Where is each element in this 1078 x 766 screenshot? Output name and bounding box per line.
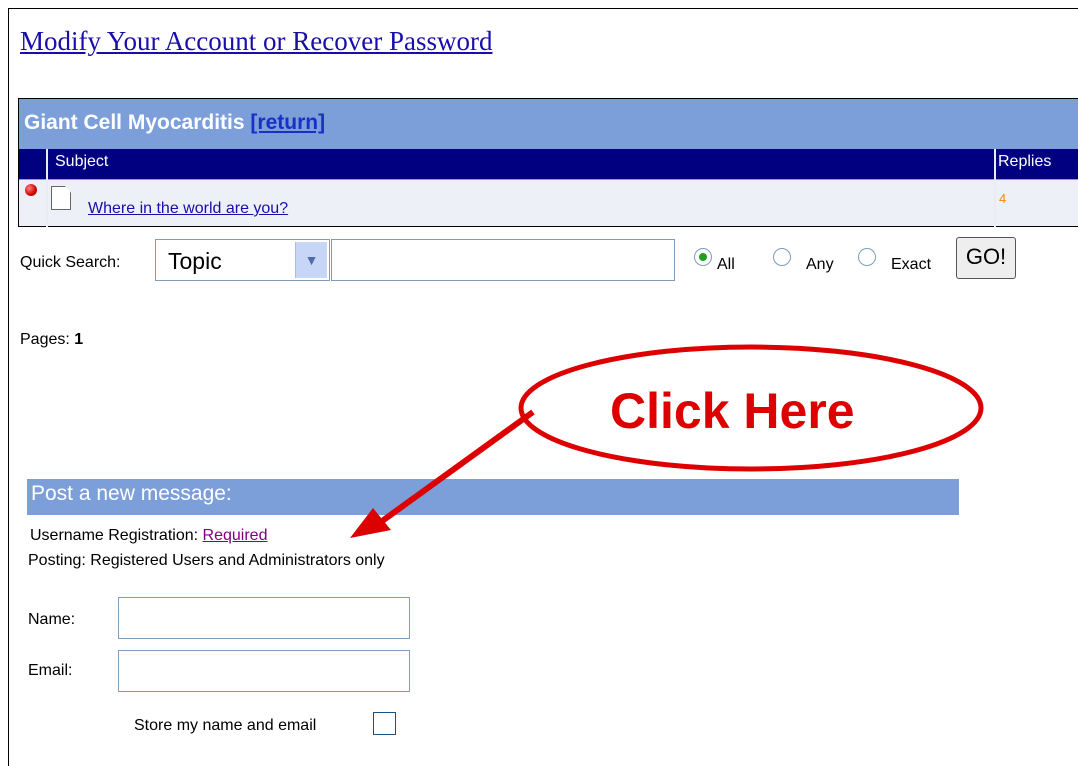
required-link[interactable]: Required — [203, 527, 268, 544]
replies-header: Replies — [998, 153, 1052, 170]
go-button[interactable]: GO! — [956, 237, 1016, 279]
chevron-down-icon[interactable]: ▼ — [295, 242, 327, 278]
table-row: Where in the world are you? 4 — [19, 180, 1078, 226]
posting-info: Posting: Registered Users and Administra… — [28, 552, 385, 569]
column-divider — [46, 149, 48, 227]
pages-label: Pages: — [20, 331, 70, 348]
radio-all-label: All — [717, 256, 735, 273]
document-icon — [51, 186, 71, 210]
column-divider — [994, 149, 996, 227]
forum-title: Giant Cell Myocarditis [return] — [24, 111, 325, 135]
radio-exact[interactable] — [858, 248, 876, 266]
return-link[interactable]: [return] — [250, 111, 325, 134]
name-field[interactable] — [118, 597, 410, 639]
subject-header: Subject — [55, 153, 109, 170]
search-scope-select[interactable]: Topic ▼ — [155, 239, 330, 281]
pagination: Pages: 1 — [20, 331, 83, 349]
forum-name: Giant Cell Myocarditis — [24, 111, 245, 134]
store-label: Store my name and email — [134, 717, 317, 734]
callout-text: Click Here — [610, 383, 855, 439]
topic-link[interactable]: Where in the world are you? — [88, 200, 288, 218]
quick-search-label: Quick Search: — [20, 254, 121, 271]
new-post-icon — [25, 184, 37, 196]
name-label: Name: — [28, 611, 76, 628]
radio-exact-label: Exact — [891, 256, 932, 273]
registration-info: Username Registration: Required — [30, 527, 267, 545]
search-input[interactable] — [331, 239, 675, 281]
post-message-header: Post a new message: — [27, 479, 959, 515]
table-header: Subject Replies — [19, 149, 1078, 179]
forum-table: Giant Cell Myocarditis [return] Subject … — [18, 98, 1078, 227]
radio-any[interactable] — [773, 248, 791, 266]
email-label: Email: — [28, 662, 73, 679]
store-checkbox[interactable] — [373, 712, 396, 735]
modify-account-link[interactable]: Modify Your Account or Recover Password — [20, 26, 492, 57]
reply-count: 4 — [999, 191, 1007, 206]
radio-any-label: Any — [806, 256, 834, 273]
search-scope-value: Topic — [168, 248, 222, 274]
registration-label: Username Registration: — [30, 527, 199, 544]
radio-all[interactable] — [694, 248, 712, 266]
page-number[interactable]: 1 — [74, 331, 83, 348]
email-field[interactable] — [118, 650, 410, 692]
